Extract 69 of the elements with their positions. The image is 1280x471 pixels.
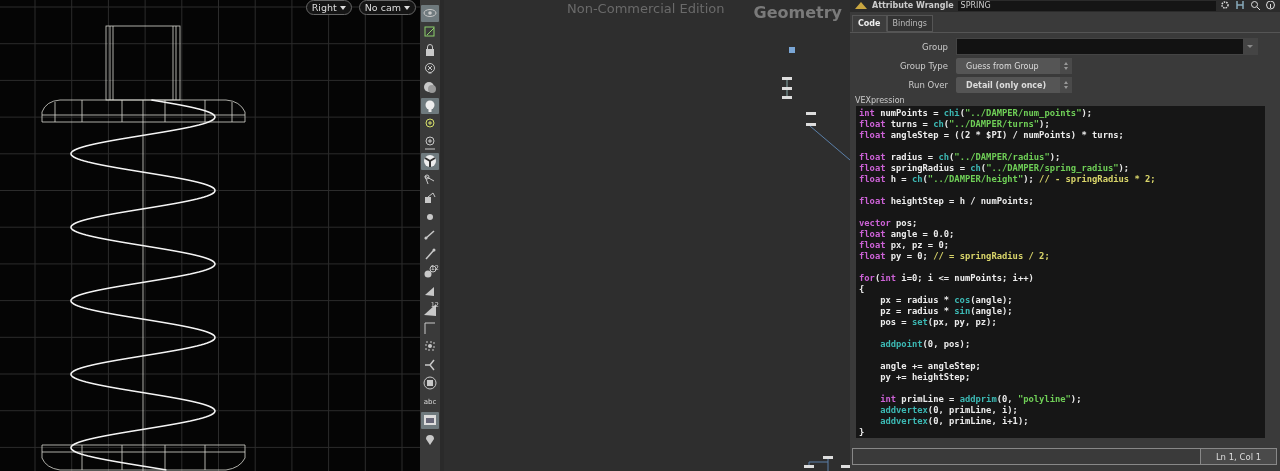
code-line: addvertex(0, primLine, i);: [879, 405, 1019, 416]
pencil-icon: [422, 23, 438, 40]
spinner-arrows-icon: [1060, 58, 1072, 74]
node-type-label: Attribute Wrangle: [872, 1, 954, 11]
cursor-position: Ln 1, Col 1: [1201, 449, 1276, 464]
code-line: float heightStep = h / numPoints;: [859, 196, 1035, 207]
code-line: float px, pz = 0;: [859, 240, 951, 251]
network-node[interactable]: [806, 112, 816, 115]
code-line: vector pos;: [859, 218, 919, 229]
dropdown-menu[interactable]: Guess from Group: [956, 58, 1072, 74]
gear-icon[interactable]: [1220, 1, 1231, 11]
ball-icon: [422, 153, 438, 170]
field-label: Run Over: [907, 80, 948, 90]
code-line: {: [859, 284, 866, 295]
network-node[interactable]: [782, 87, 792, 90]
code-line: float springRadius = ch("../DAMPER/spring_radius");: [859, 163, 1131, 174]
toolbar-tool[interactable]: [421, 153, 439, 170]
circle-icon: [422, 375, 438, 392]
code-editor[interactable]: [856, 106, 1265, 438]
wrangle-node-icon: [854, 1, 868, 11]
code-line: int numPoints = chi("../DAMPER/num_points");: [859, 108, 1094, 119]
code-line: px = radius * cos(angle);: [879, 295, 1014, 306]
network-node[interactable]: [841, 465, 850, 468]
info-icon[interactable]: [1265, 1, 1276, 11]
parameter-tab[interactable]: Bindings: [886, 15, 933, 32]
triangle-icon: [422, 301, 438, 318]
parameter-tab[interactable]: Code: [852, 15, 887, 32]
code-line: float angle = 0.0;: [859, 229, 956, 240]
edition-label: Non-Commercial Edition: [567, 1, 725, 16]
field-label: Group: [921, 41, 948, 52]
code-line: float turns = ch("../DAMPER/turns");: [859, 119, 1051, 130]
context-title: Geometry: [753, 3, 842, 22]
code-line: for(int i=0; i <= numPoints; i++): [859, 273, 1035, 284]
network-node[interactable]: [804, 465, 814, 468]
code-line: float h = ch("../DAMPER/height"); // - springRadius * 2;: [859, 174, 1157, 185]
camera-menu[interactable]: No cam: [358, 0, 416, 15]
network-node[interactable]: [823, 456, 833, 459]
object-node[interactable]: [789, 47, 795, 53]
search-icon[interactable]: [1250, 1, 1261, 11]
code-line: float angleStep = ((2 * $PI) / numPoints) * turns;: [859, 130, 1125, 141]
code-line: addpoint(0, pos);: [879, 339, 972, 350]
code-line: float radius = ch("../DAMPER/radius");: [859, 152, 1062, 163]
code-line: addvertex(0, primLine, i+1);: [879, 416, 1030, 427]
code-line: py += heightStep;: [879, 372, 972, 383]
caret-icon: [404, 5, 410, 10]
code-line: pz = radius * sin(angle);: [879, 306, 1014, 317]
code-line: pos = set(px, py, pz);: [879, 317, 998, 328]
field-label: Group Type: [898, 61, 948, 71]
code-line: angle += angleStep;: [879, 361, 982, 372]
view-menu[interactable]: Right: [305, 0, 352, 15]
node-wire: [809, 125, 850, 161]
caret-icon: [339, 5, 346, 10]
dropdown-menu[interactable]: Detail (only once): [956, 77, 1072, 93]
sphere-icon: [422, 79, 438, 96]
network-node[interactable]: [806, 123, 816, 126]
3d-viewport[interactable]: Right No cam: [0, 0, 420, 471]
toolbar-tool[interactable]: [421, 79, 439, 96]
code-line: }: [859, 427, 866, 438]
node-wire: [808, 458, 829, 471]
group-field[interactable]: [956, 38, 1258, 55]
node-name-field[interactable]: SPRING: [957, 1, 1216, 11]
toolbar-tool[interactable]: [421, 375, 439, 392]
spinner-arrows-icon: [1060, 77, 1072, 93]
code-line: float py = 0; // = springRadius / 2;: [859, 251, 1051, 262]
network-node[interactable]: [782, 96, 792, 99]
network-node[interactable]: [782, 77, 792, 80]
code-line: int primLine = addprim(0, "polyline");: [879, 394, 1083, 405]
section-label: VEXpression: [854, 95, 906, 105]
corner-icon: [422, 319, 438, 336]
